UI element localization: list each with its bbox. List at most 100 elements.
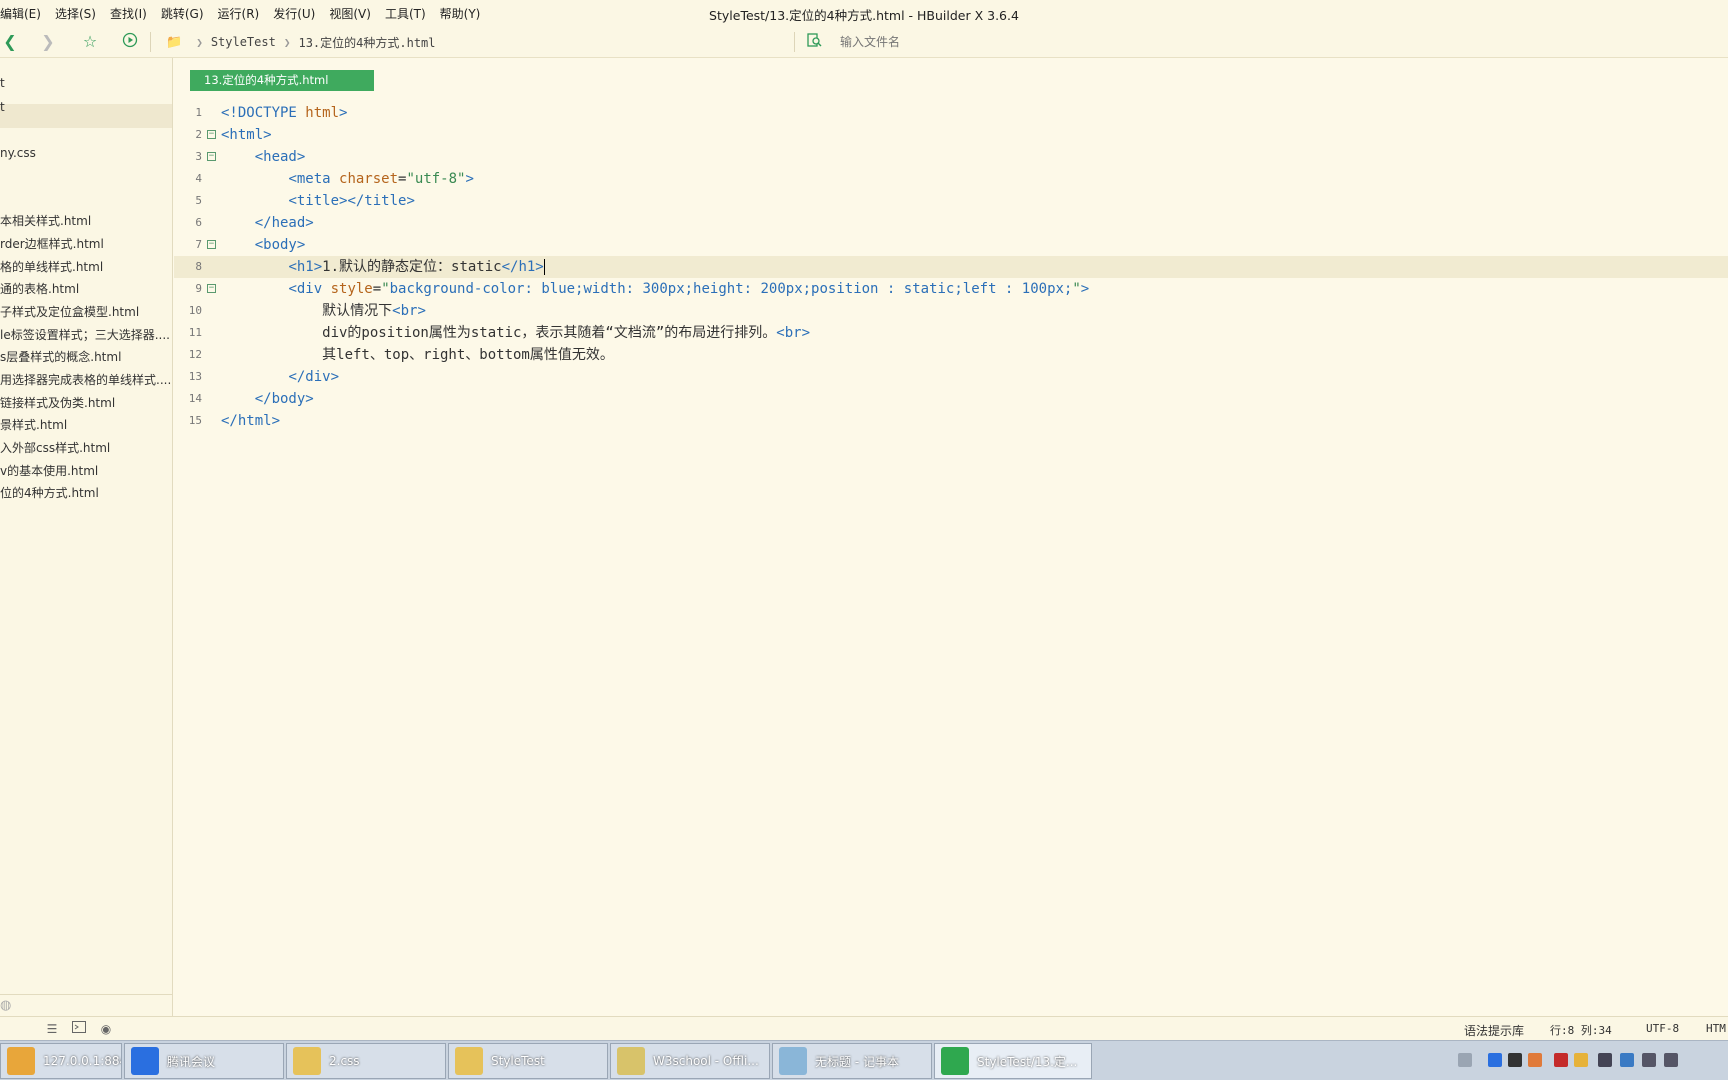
sidebar-file-item[interactable]: 通的表格.html [0, 278, 79, 300]
sidebar-file-item[interactable]: rder边框样式.html [0, 233, 104, 255]
taskbar-button[interactable]: W3school - Offli... [610, 1043, 770, 1079]
sidebar-file-item[interactable]: s层叠样式的概念.html [0, 346, 121, 368]
sidebar-file-item[interactable]: 入外部css样式.html [0, 437, 110, 459]
sidebar-file-item[interactable]: 位的4种方式.html [0, 482, 99, 504]
fold-toggle-icon[interactable]: − [207, 130, 216, 139]
line-number: 12 [188, 348, 202, 361]
breadcrumb-project[interactable]: StyleTest [211, 35, 276, 49]
syntax-hint-label[interactable]: 语法提示库 [1464, 1022, 1524, 1039]
menu-list: 编辑(E) 选择(S) 查找(I) 跳转(G) 运行(R) 发行(U) 视图(V) 工具(T)… [0, 5, 487, 22]
code-line[interactable]: 10 默认情况下<br> [174, 300, 1728, 322]
code-line[interactable]: 1 <!DOCTYPE html> [174, 102, 1728, 124]
code-line[interactable]: 3− <head> [174, 146, 1728, 168]
app-icon[interactable] [1554, 1053, 1568, 1067]
editor-tab[interactable]: 13.定位的4种方式.html [190, 70, 374, 91]
menu-item[interactable]: 编辑(E) [0, 5, 48, 22]
code-token: <br> [776, 325, 811, 341]
back-icon[interactable]: ❮ [0, 32, 20, 52]
terminal-icon[interactable] [71, 1021, 87, 1037]
sidebar-file-item[interactable]: 用选择器完成表格的单线样式.... [0, 369, 171, 391]
taskbar-button[interactable]: StyleTest [448, 1043, 608, 1079]
code-line[interactable]: 12 其left、top、right、bottom属性值无效。 [174, 344, 1728, 366]
sidebar-file-item[interactable]: 链接样式及伪类.html [0, 392, 115, 414]
fold-toggle-icon[interactable]: − [207, 152, 216, 161]
taskbar-label: StyleTest/13.定... [977, 1054, 1078, 1069]
file-search-input[interactable] [840, 35, 1240, 49]
text-cursor [543, 259, 545, 275]
encoding[interactable]: UTF-8 [1646, 1022, 1679, 1035]
code-area[interactable]: 1 <!DOCTYPE html> 2− <html> 3− <head> 4 <meta… [174, 102, 1728, 432]
code-line[interactable]: 8 <h1>1.默认的静态定位：static</h1> [174, 256, 1728, 278]
sidebar-file-item[interactable]: 本相关样式.html [0, 210, 91, 232]
sidebar-file-item[interactable]: t [0, 72, 5, 94]
browser-icon [7, 1047, 35, 1075]
chevron-right-icon: ❯ [196, 35, 203, 49]
folder-icon [455, 1047, 483, 1075]
code-line[interactable]: 2− <html> [174, 124, 1728, 146]
sidebar-file-item[interactable]: 子样式及定位盒模型.html [0, 301, 139, 323]
keyboard-icon[interactable] [1458, 1053, 1472, 1067]
line-number: 7 [195, 238, 202, 251]
line-number: 8 [195, 260, 202, 273]
menu-item[interactable]: 选择(S) [48, 5, 103, 22]
tencent-meeting-icon[interactable] [1488, 1053, 1502, 1067]
code-token: </h1> [501, 259, 544, 275]
tools-icon[interactable] [1598, 1053, 1612, 1067]
menu-item[interactable]: 运行(R) [211, 5, 267, 22]
language-mode[interactable]: HTM [1706, 1022, 1726, 1035]
star-icon[interactable]: ☆ [80, 32, 100, 52]
sidebar-file-item[interactable]: 景样式.html [0, 414, 67, 436]
volume-icon[interactable] [1664, 1053, 1678, 1067]
code-token: 其left、top、right、bottom属性值无效。 [221, 347, 614, 363]
code-line[interactable]: 4 <meta charset="utf-8"> [174, 168, 1728, 190]
sidebar-file-item[interactable]: t [0, 96, 5, 118]
code-text: <body> [221, 234, 306, 256]
sidebar-file-item[interactable]: 格的单线样式.html [0, 256, 103, 278]
menu-item[interactable]: 帮助(Y) [433, 5, 488, 22]
cursor-position[interactable]: 行:8 列:34 [1550, 1022, 1612, 1038]
code-line[interactable]: 5 <title></title> [174, 190, 1728, 212]
sidebar-file-item[interactable]: v的基本使用.html [0, 460, 98, 482]
code-line[interactable]: 11 div的position属性为static，表示其随着“文档流”的布局进行… [174, 322, 1728, 344]
security-icon[interactable] [1574, 1053, 1588, 1067]
forward-icon[interactable]: ❯ [38, 32, 58, 52]
taskbar-button[interactable]: 127.0.0.1:8848/S... [0, 1043, 122, 1079]
line-number: 9 [195, 282, 202, 295]
taskbar-button[interactable]: StyleTest/13.定... [934, 1043, 1092, 1079]
toolbar: ❮ ❯ ☆ 📁 ❯ StyleTest ❯ 13.定位的4种方式.html [0, 26, 1728, 58]
taskbar-label: W3school - Offli... [653, 1054, 759, 1068]
globe-icon[interactable]: ◍ [0, 998, 11, 1013]
code-line[interactable]: 13 </div> [174, 366, 1728, 388]
menu-item[interactable]: 工具(T) [378, 5, 433, 22]
taskbar-button[interactable]: 2.css [286, 1043, 446, 1079]
film-icon[interactable] [1508, 1053, 1522, 1067]
network-icon[interactable] [1642, 1053, 1656, 1067]
code-line[interactable]: 14 </body> [174, 388, 1728, 410]
code-line[interactable]: 9− <div style="background-color: blue;wi… [174, 278, 1728, 300]
code-token: " [1072, 281, 1081, 297]
menu-item[interactable]: 视图(V) [322, 5, 378, 22]
fold-toggle-icon[interactable]: − [207, 284, 216, 293]
menu-item[interactable]: 发行(U) [266, 5, 322, 22]
display-icon[interactable] [1620, 1053, 1634, 1067]
sidebar-file-item[interactable]: le标签设置样式；三大选择器.... [0, 324, 170, 346]
upload-icon[interactable] [1528, 1053, 1542, 1067]
code-line[interactable]: 6 </head> [174, 212, 1728, 234]
code-token: style [330, 281, 373, 297]
code-token: " [381, 281, 390, 297]
account-icon[interactable]: ◉ [98, 1021, 114, 1037]
fold-toggle-icon[interactable]: − [207, 240, 216, 249]
list-icon[interactable]: ☰ [44, 1021, 60, 1037]
breadcrumb-file[interactable]: 13.定位的4种方式.html [298, 34, 435, 51]
taskbar-button[interactable]: 腾讯会议 [124, 1043, 284, 1079]
menu-item[interactable]: 跳转(G) [154, 5, 211, 22]
code-text: <html> [221, 124, 272, 146]
menu-item[interactable]: 查找(I) [103, 5, 154, 22]
run-icon[interactable] [120, 32, 140, 52]
code-editor[interactable]: 13.定位的4种方式.html 1 <!DOCTYPE html> 2− <html>… [174, 58, 1728, 1016]
taskbar-button[interactable]: 无标题 - 记事本 [772, 1043, 932, 1079]
code-line[interactable]: 15 </html> [174, 410, 1728, 432]
sidebar-file-item[interactable]: ny.css [0, 142, 36, 164]
code-line[interactable]: 7− <body> [174, 234, 1728, 256]
